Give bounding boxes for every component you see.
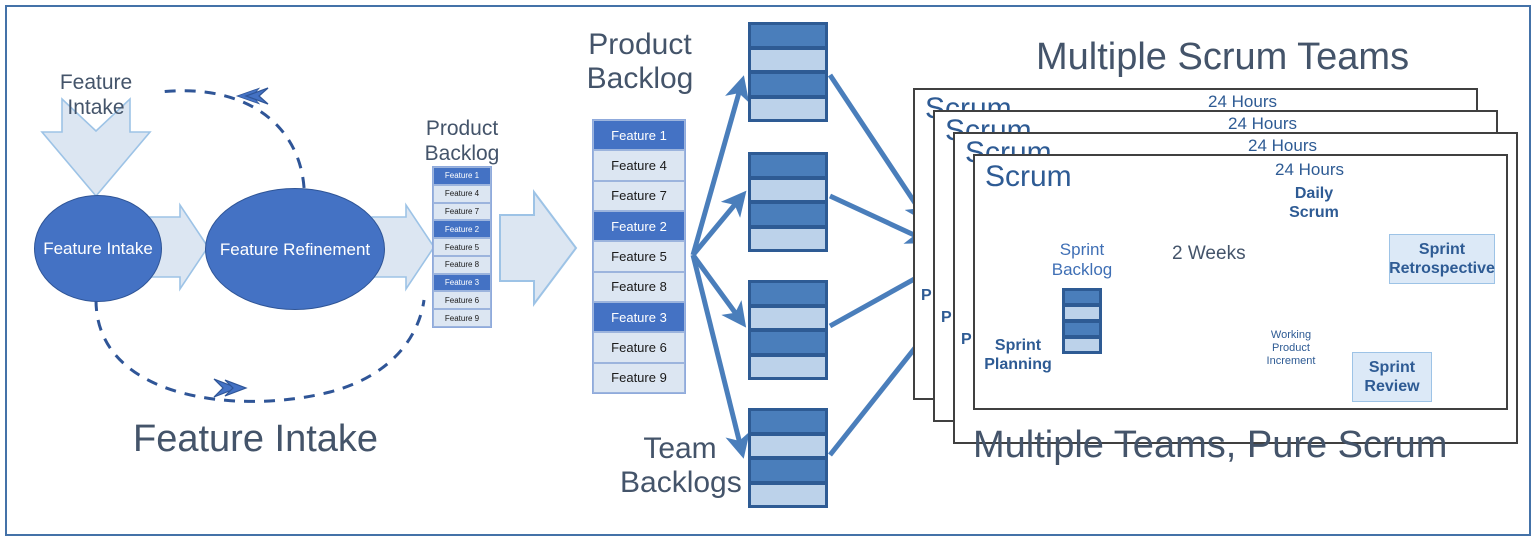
diagram-canvas: Feature Intake Feature Intake Feature Re… xyxy=(0,0,1536,541)
team-backlogs-title-line1: Team xyxy=(643,432,717,465)
scrum-panel-back-2-hours: 24 Hours xyxy=(1228,114,1297,133)
product-backlog-item[interactable]: Feature 8 xyxy=(593,271,685,302)
mini-product-backlog-list[interactable]: Feature 1 Feature 4 Feature 7 Feature 2 … xyxy=(432,166,492,328)
sprint-retrospective-line2: Retrospective xyxy=(1389,260,1495,277)
feature-intake-section-title: Feature Intake xyxy=(133,418,379,460)
sprint-backlog-label-line1: Sprint xyxy=(1059,240,1105,259)
feature-intake-ellipse[interactable]: Feature Intake xyxy=(34,195,162,302)
team-backlog-row xyxy=(750,97,826,120)
sprint-backlog-stack[interactable] xyxy=(1062,288,1102,354)
product-backlog-item[interactable]: Feature 7 xyxy=(593,180,685,211)
working-product-increment-label: Working Product Increment xyxy=(1258,329,1324,368)
team-backlog-row xyxy=(750,178,826,201)
scrum-panel-back-3-planning-abbrev: P xyxy=(961,331,972,348)
mini-backlog-item[interactable]: Feature 4 xyxy=(433,184,491,203)
team-backlog-stack[interactable] xyxy=(748,280,828,380)
team-backlog-row xyxy=(750,227,826,250)
team-backlog-row xyxy=(750,282,826,305)
sprint-backlog-label: Sprint Backlog xyxy=(1040,240,1124,280)
team-backlog-row xyxy=(750,203,826,226)
team-backlog-row xyxy=(750,459,826,482)
product-backlog-title-line2: Backlog xyxy=(586,62,694,95)
product-backlog-item[interactable]: Feature 5 xyxy=(593,241,685,272)
scrum-panel-back-1-hours: 24 Hours xyxy=(1208,92,1277,111)
product-backlog-title-line1: Product xyxy=(588,28,692,61)
product-backlog-item[interactable]: Feature 2 xyxy=(593,210,685,242)
team-backlogs-title-line2: Backlogs xyxy=(620,466,742,499)
feedback-loop-bottom xyxy=(94,299,426,403)
scrum-panel-back-1-planning-abbrev: P xyxy=(921,287,932,304)
team-backlog-row xyxy=(750,410,826,433)
team-backlog-row xyxy=(750,355,826,378)
mini-backlog-item[interactable]: Feature 1 xyxy=(433,167,491,185)
team-backlog-stack[interactable] xyxy=(748,152,828,252)
team-backlog-row xyxy=(750,331,826,354)
team-backlog-row xyxy=(750,73,826,96)
team-backlog-stack[interactable] xyxy=(748,22,828,122)
sprint-planning-label-line2: Planning xyxy=(984,356,1052,373)
product-backlog-item[interactable]: Feature 6 xyxy=(593,332,685,363)
multiple-scrum-teams-heading: Multiple Scrum Teams xyxy=(1036,36,1410,78)
mini-backlog-item[interactable]: Feature 3 xyxy=(433,273,491,292)
mini-backlog-item[interactable]: Feature 9 xyxy=(433,309,491,328)
flow-arrow-3 xyxy=(499,189,578,307)
team-backlog-row xyxy=(750,154,826,177)
mini-backlog-item[interactable]: Feature 7 xyxy=(433,202,491,221)
sprint-planning-label-line1: Sprint xyxy=(994,337,1042,354)
team-backlog-stack[interactable] xyxy=(748,408,828,508)
mini-backlog-item[interactable]: Feature 6 xyxy=(433,291,491,310)
sprint-backlog-row xyxy=(1064,322,1100,336)
sprint-backlog-row xyxy=(1064,338,1100,352)
daily-scrum-hours-label: 24 Hours xyxy=(1275,160,1344,179)
scrum-panel-front-label: Scrum xyxy=(985,160,1072,193)
mini-backlog-item[interactable]: Feature 5 xyxy=(433,238,491,256)
team-backlog-row xyxy=(750,306,826,329)
team-backlog-row xyxy=(750,434,826,457)
wpi-line2: Product xyxy=(1272,342,1310,354)
daily-scrum-label-line1: Daily xyxy=(1294,185,1334,202)
sprint-planning-label: Sprint Planning xyxy=(978,336,1058,374)
sprint-review-line2: Review xyxy=(1364,378,1420,395)
scrum-panel-back-2-planning-abbrev: P xyxy=(941,309,952,326)
team-backlogs-title: Team Backlogs xyxy=(620,432,742,500)
sprint-backlog-row xyxy=(1064,306,1100,320)
mini-backlog-title: Product Backlog xyxy=(424,117,500,165)
product-to-team-arrows xyxy=(690,75,750,459)
sprint-cycle-label: 2 Weeks xyxy=(1172,243,1246,264)
product-backlog-list[interactable]: Feature 1 Feature 4 Feature 7 Feature 2 … xyxy=(592,119,686,394)
scrum-panel-back-3-hours: 24 Hours xyxy=(1248,136,1317,155)
feature-refinement-ellipse[interactable]: Feature Refinement xyxy=(205,188,385,310)
feature-intake-ellipse-label: Feature Intake xyxy=(43,239,153,258)
team-backlog-row xyxy=(750,483,826,506)
team-backlog-row xyxy=(750,24,826,47)
daily-scrum-label-line2: Scrum xyxy=(1289,204,1339,221)
product-backlog-item[interactable]: Feature 4 xyxy=(593,150,685,181)
feature-intake-arrow-label: Feature Intake xyxy=(59,71,133,119)
mini-backlog-item[interactable]: Feature 8 xyxy=(433,255,491,274)
mini-backlog-item[interactable]: Feature 2 xyxy=(433,220,491,239)
sprint-review-line1: Sprint xyxy=(1368,359,1416,376)
sprint-retrospective-callout[interactable]: Sprint Retrospective xyxy=(1389,234,1495,284)
sprint-backlog-row xyxy=(1064,290,1100,304)
daily-scrum-label: Daily Scrum xyxy=(1284,184,1344,222)
team-backlog-row xyxy=(750,48,826,71)
wpi-line3: Increment xyxy=(1266,355,1316,367)
product-backlog-title: Product Backlog xyxy=(580,28,700,96)
sprint-backlog-label-line2: Backlog xyxy=(1051,260,1113,279)
wpi-line1: Working xyxy=(1270,329,1312,341)
product-backlog-item[interactable]: Feature 9 xyxy=(593,362,685,393)
multiple-teams-pure-scrum-heading: Multiple Teams, Pure Scrum xyxy=(973,424,1448,466)
feature-refinement-ellipse-label: Feature Refinement xyxy=(219,239,371,259)
product-backlog-item[interactable]: Feature 1 xyxy=(593,120,685,151)
sprint-review-callout[interactable]: Sprint Review xyxy=(1352,352,1432,402)
product-backlog-item[interactable]: Feature 3 xyxy=(593,301,685,333)
sprint-retrospective-line1: Sprint xyxy=(1418,241,1466,258)
